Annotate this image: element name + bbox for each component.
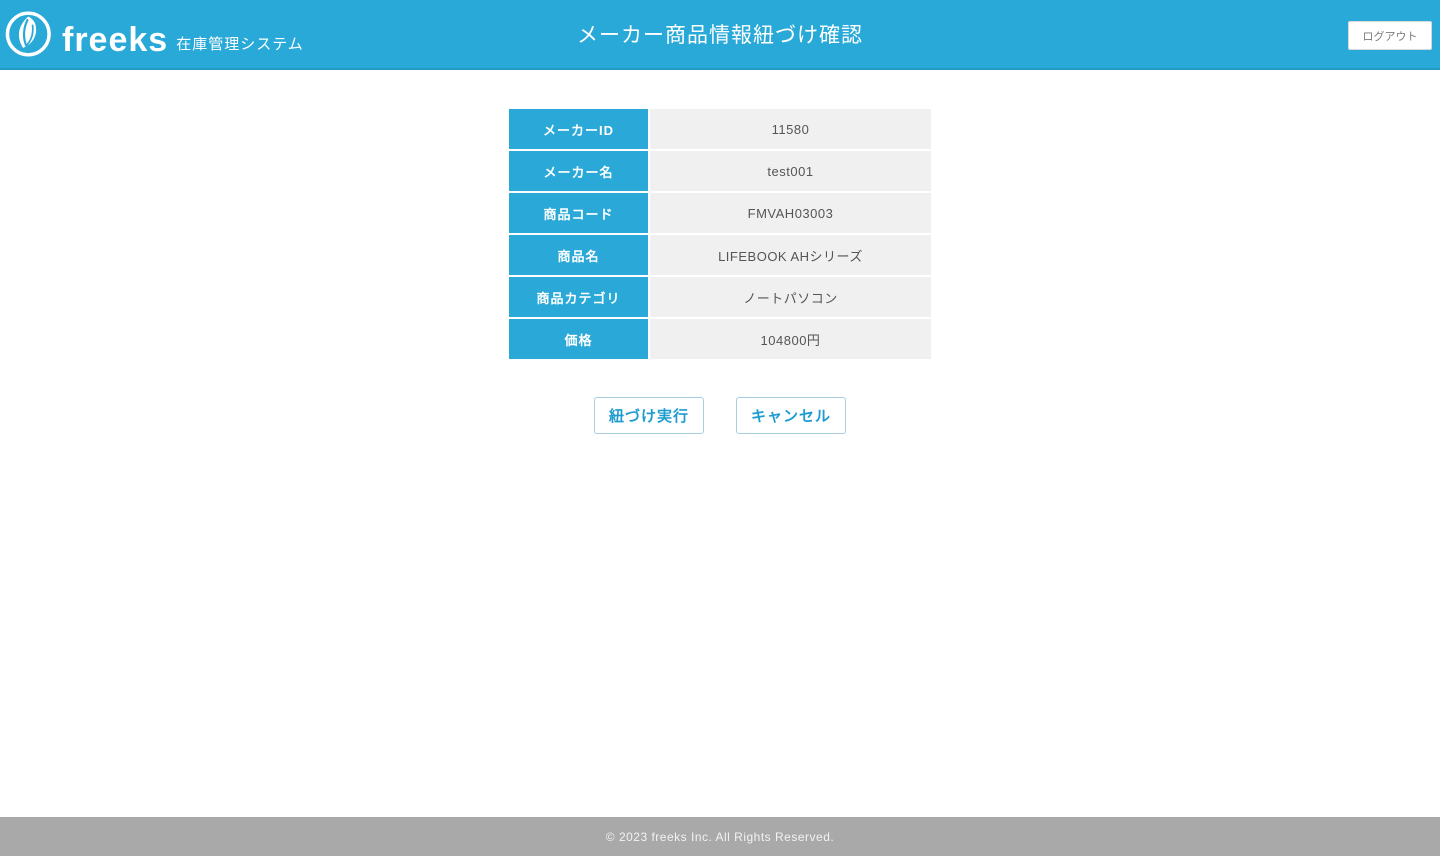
row-label: メーカーID — [509, 109, 648, 149]
page-title: メーカー商品情報紐づけ確認 — [577, 24, 863, 47]
table-row-product-category: 商品カテゴリ ノートパソコン — [509, 277, 931, 317]
logo[interactable]: freeks 在庫管理システム — [4, 7, 304, 61]
table-row-product-name: 商品名 LIFEBOOK AHシリーズ — [509, 235, 931, 275]
row-label: メーカー名 — [509, 151, 648, 191]
logo-subtitle: 在庫管理システム — [176, 36, 304, 53]
table-row-product-code: 商品コード FMVAH03003 — [509, 193, 931, 233]
row-value: 11580 — [650, 109, 931, 149]
cancel-button[interactable]: キャンセル — [736, 397, 846, 434]
action-buttons: 紐づけ実行 キャンセル — [0, 397, 1440, 434]
app-footer: © 2023 freeks Inc. All Rights Reserved. — [0, 817, 1440, 856]
row-value: FMVAH03003 — [650, 193, 931, 233]
app-header: freeks 在庫管理システム メーカー商品情報紐づけ確認 ログアウト — [0, 0, 1440, 70]
table-row-maker-name: メーカー名 test001 — [509, 151, 931, 191]
row-value: LIFEBOOK AHシリーズ — [650, 235, 931, 275]
logo-text: freeks — [62, 21, 169, 59]
copyright-text: © 2023 freeks Inc. All Rights Reserved. — [605, 829, 835, 844]
link-execute-button[interactable]: 紐づけ実行 — [594, 397, 704, 434]
table-row-price: 価格 104800円 — [509, 319, 931, 359]
row-label: 価格 — [509, 319, 648, 359]
row-value: test001 — [650, 151, 931, 191]
logout-button[interactable]: ログアウト — [1348, 21, 1432, 50]
product-info-table: メーカーID 11580 メーカー名 test001 商品コード FMVAH03… — [507, 107, 933, 361]
table-row-maker-id: メーカーID 11580 — [509, 109, 931, 149]
freeks-logo-icon — [5, 11, 51, 57]
row-value: ノートパソコン — [650, 277, 931, 317]
row-label: 商品コード — [509, 193, 648, 233]
row-label: 商品カテゴリ — [509, 277, 648, 317]
main-content: メーカーID 11580 メーカー名 test001 商品コード FMVAH03… — [0, 107, 1440, 434]
row-value: 104800円 — [650, 319, 931, 359]
row-label: 商品名 — [509, 235, 648, 275]
